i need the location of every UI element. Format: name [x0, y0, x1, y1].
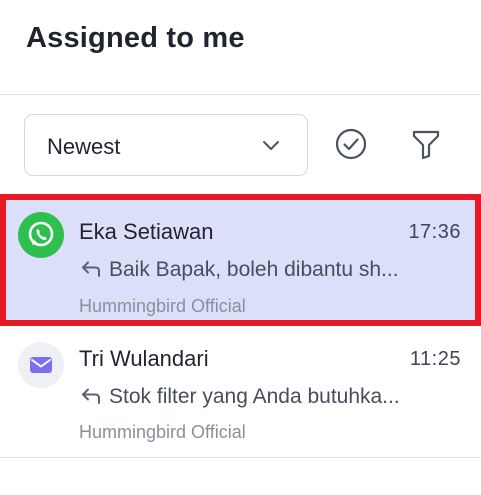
message-time: 17:36 — [408, 221, 461, 243]
reply-icon — [82, 261, 100, 277]
conversation-item[interactable]: Tri Wulandari 11:25 Stok filter yang And… — [0, 330, 481, 458]
message-preview: Baik Bapak, boleh dibantu sh... — [79, 258, 461, 282]
filter-button[interactable] — [408, 126, 444, 162]
sort-dropdown[interactable]: Newest — [24, 114, 308, 176]
message-preview: Stok filter yang Anda butuhka... — [79, 385, 461, 409]
conversation-item[interactable]: Eka Setiawan 17:36 Baik Bapak, boleh dib… — [0, 194, 481, 326]
check-circle-icon — [335, 128, 367, 160]
message-preview-text: Baik Bapak, boleh dibantu sh... — [109, 258, 399, 281]
contact-name: Eka Setiawan — [79, 219, 214, 244]
chevron-down-icon — [263, 141, 279, 150]
resolve-filter-button[interactable] — [333, 126, 369, 162]
message-preview-text: Stok filter yang Anda butuhka... — [109, 385, 400, 408]
inbox-name: Hummingbird Official — [79, 296, 246, 316]
whatsapp-icon — [18, 212, 64, 258]
list-header: Assigned to me — [0, 0, 481, 95]
message-time: 11:25 — [409, 348, 461, 370]
sort-selected-label: Newest — [47, 134, 121, 159]
reply-icon — [82, 388, 100, 404]
filter-icon — [412, 130, 440, 160]
page-title: Assigned to me — [26, 22, 245, 54]
inbox-name: Hummingbird Official — [79, 422, 246, 442]
email-icon — [18, 342, 64, 388]
contact-name: Tri Wulandari — [79, 346, 209, 371]
